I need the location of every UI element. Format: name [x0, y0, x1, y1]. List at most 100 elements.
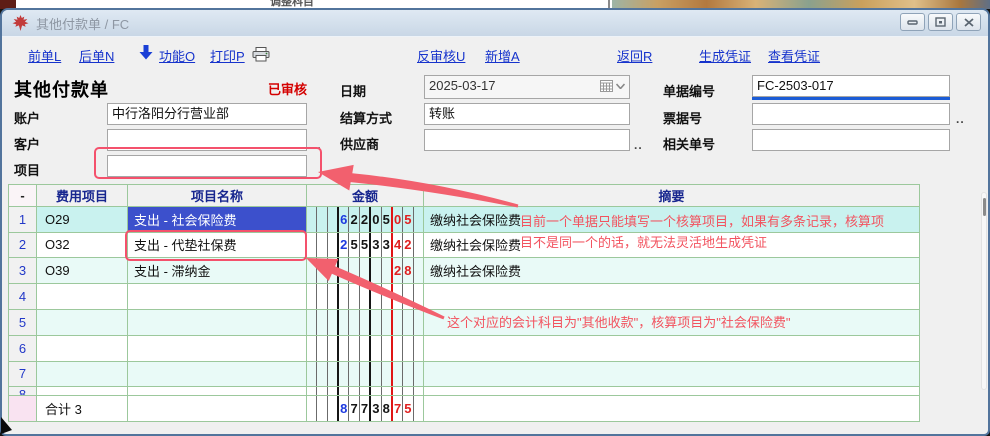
total-project-name	[128, 396, 307, 421]
bill-no-label: 票据号	[663, 108, 702, 127]
table-row: 2 O32 支出 - 代垫社保费 2553342 缴纳社会保险费	[9, 233, 919, 259]
cell-project-name[interactable]: 支出 - 代垫社保费	[128, 233, 307, 258]
table-row-clipped: 8	[9, 387, 919, 396]
row-number[interactable]: 6	[9, 336, 37, 361]
cell-amount[interactable]: 28	[307, 258, 424, 283]
settle-method-label: 结算方式	[340, 108, 392, 127]
cell-amount[interactable]	[307, 362, 424, 387]
return-button[interactable]: 返回R	[617, 46, 652, 65]
table-row: 7	[9, 362, 919, 388]
grid-header-row: - 费用项目 项目名称 金额 摘要	[9, 185, 919, 207]
cell-summary[interactable]: 缴纳社会保险费	[424, 207, 919, 232]
cell-project-name[interactable]	[128, 362, 307, 387]
cell-amount[interactable]	[307, 284, 424, 309]
cell-amount[interactable]: 6220505	[307, 207, 424, 232]
close-icon	[964, 18, 974, 27]
cell-summary[interactable]	[424, 336, 919, 361]
chevron-down-icon	[616, 83, 625, 89]
header-amount: 金额	[307, 185, 424, 206]
restore-button[interactable]	[928, 13, 953, 31]
toolbar: 前单L 后单N 功能O 打印P 反审核U 新增A 返回R 生成凭证 查看凭证	[2, 37, 988, 68]
detail-grid: - 费用项目 项目名称 金额 摘要 1 O29 支出 - 社会保险费 62205…	[8, 184, 920, 422]
cell-expense-code[interactable]: O39	[37, 258, 128, 283]
header-summary: 摘要	[424, 185, 919, 206]
supplier-input[interactable]	[424, 129, 630, 151]
scrollbar-thumb[interactable]	[983, 198, 986, 216]
table-row: 3 O39 支出 - 滞纳金 28 缴纳社会保险费	[9, 258, 919, 284]
cell-expense-code[interactable]: O32	[37, 233, 128, 258]
view-voucher-button[interactable]: 查看凭证	[768, 46, 820, 65]
account-input[interactable]: 中行洛阳分行营业部	[107, 103, 307, 125]
row-number[interactable]: 3	[9, 258, 37, 283]
cell-summary[interactable]: 缴纳社会保险费	[424, 233, 919, 258]
table-row: 1 O29 支出 - 社会保险费 6220505 缴纳社会保险费	[9, 207, 919, 233]
table-row: 4	[9, 284, 919, 310]
cell-expense-code[interactable]	[37, 336, 128, 361]
cell-amount[interactable]	[307, 387, 424, 395]
unaudit-button[interactable]: 反审核U	[417, 46, 465, 65]
supplier-lookup-dots[interactable]: ..	[634, 138, 643, 152]
cell-amount[interactable]: 2553342	[307, 233, 424, 258]
prev-doc-button[interactable]: 前单L	[28, 46, 61, 65]
cell-project-name[interactable]: 支出 - 滞纳金	[128, 258, 307, 283]
cell-summary[interactable]	[424, 387, 919, 395]
cell-project-name-selected[interactable]: 支出 - 社会保险费	[128, 207, 307, 232]
related-no-label: 相关单号	[663, 134, 715, 153]
cell-expense-code[interactable]	[37, 362, 128, 387]
account-label: 账户	[14, 108, 40, 127]
audit-status-badge: 已审核	[268, 79, 307, 98]
function-dropdown-icon[interactable]	[139, 45, 153, 60]
settle-method-input[interactable]: 转账	[424, 103, 630, 125]
header-project-name: 项目名称	[128, 185, 307, 206]
cell-expense-code[interactable]: O29	[37, 207, 128, 232]
vertical-scrollbar[interactable]	[981, 192, 987, 390]
next-doc-button[interactable]: 后单N	[79, 46, 114, 65]
header-row-selector: -	[9, 185, 37, 206]
cell-amount[interactable]	[307, 310, 424, 335]
window-titlebar[interactable]: 其他付款单 / FC	[2, 10, 988, 37]
close-button[interactable]	[956, 13, 981, 31]
project-input[interactable]	[107, 155, 307, 177]
doc-no-focus-underline	[752, 97, 950, 100]
total-label: 合计 3	[37, 396, 128, 421]
cell-amount[interactable]	[307, 336, 424, 361]
doc-no-input[interactable]: FC-2503-017	[752, 75, 950, 97]
cell-project-name[interactable]	[128, 387, 307, 395]
header-expense-item: 费用项目	[37, 185, 128, 206]
calendar-dropdown-icon[interactable]	[600, 80, 625, 92]
cell-summary[interactable]	[424, 284, 919, 309]
customer-lookup-dots[interactable]: ..	[313, 138, 322, 152]
form-title: 其他付款单	[14, 76, 109, 102]
row-number[interactable]: 1	[9, 207, 37, 232]
bill-no-input[interactable]	[752, 103, 950, 125]
row-number[interactable]: 5	[9, 310, 37, 335]
row-number[interactable]: 8	[9, 387, 37, 395]
row-number[interactable]: 2	[9, 233, 37, 258]
minimize-button[interactable]	[900, 13, 925, 31]
generate-voucher-button[interactable]: 生成凭证	[699, 46, 751, 65]
calendar-icon	[600, 80, 613, 92]
row-number[interactable]: 7	[9, 362, 37, 387]
cell-project-name[interactable]	[128, 310, 307, 335]
cell-project-name[interactable]	[128, 336, 307, 361]
print-button[interactable]: 打印P	[210, 46, 245, 65]
cell-summary[interactable]: 缴纳社会保险费	[424, 258, 919, 283]
supplier-label: 供应商	[340, 134, 379, 153]
cell-project-name[interactable]	[128, 284, 307, 309]
printer-icon[interactable]	[252, 47, 270, 62]
maple-leaf-icon	[12, 15, 29, 31]
table-row: 5	[9, 310, 919, 336]
add-new-button[interactable]: 新增A	[485, 46, 520, 65]
cell-expense-code[interactable]	[37, 387, 128, 395]
cell-summary[interactable]	[424, 362, 919, 387]
row-number[interactable]: 4	[9, 284, 37, 309]
cell-expense-code[interactable]	[37, 284, 128, 309]
cell-expense-code[interactable]	[37, 310, 128, 335]
cell-summary[interactable]	[424, 310, 919, 335]
function-button[interactable]: 功能O	[159, 46, 195, 65]
related-no-input[interactable]	[752, 129, 950, 151]
customer-input[interactable]	[107, 129, 307, 151]
customer-label: 客户	[14, 134, 40, 153]
bill-no-lookup-dots[interactable]: ..	[956, 112, 965, 126]
date-input[interactable]: 2025-03-17	[424, 75, 630, 99]
